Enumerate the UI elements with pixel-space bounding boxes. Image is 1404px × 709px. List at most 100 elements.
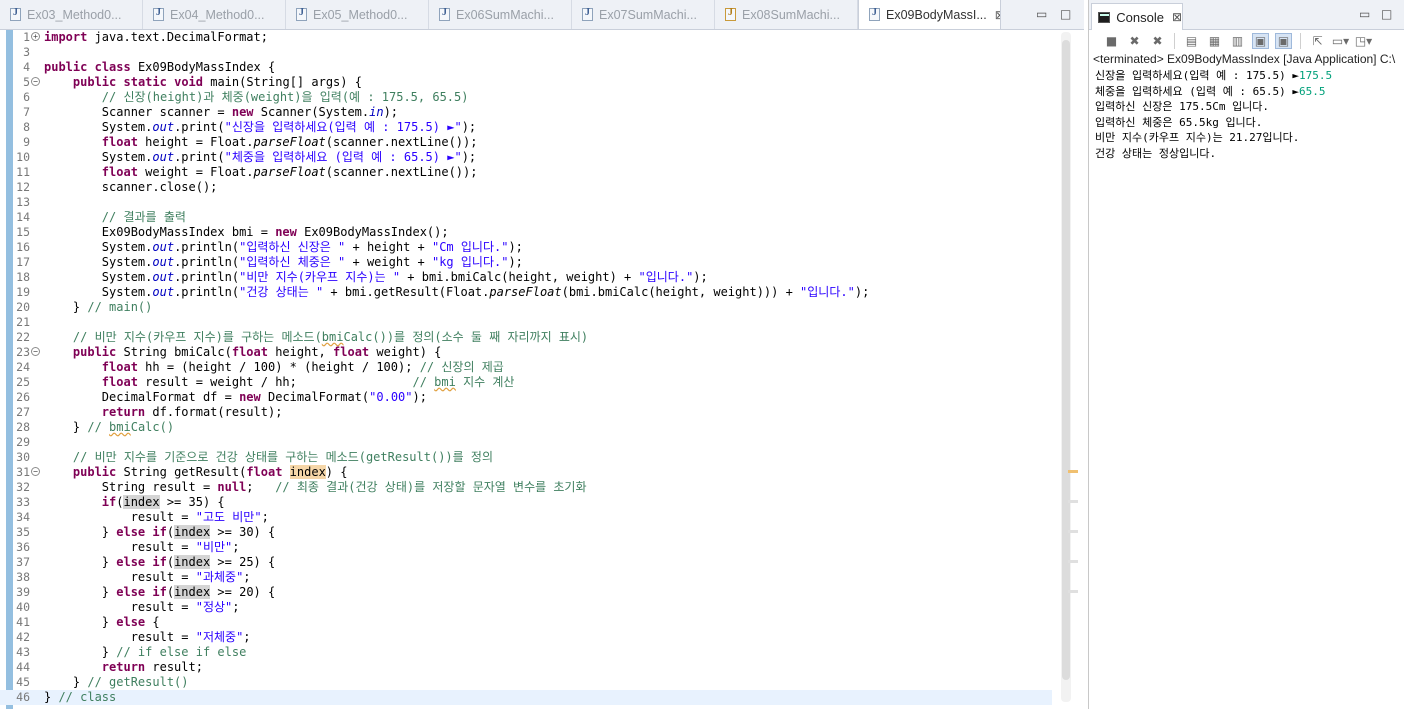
code-line[interactable]: 5− public static void main(String[] args… — [0, 75, 1052, 90]
occurrence-marker[interactable] — [1068, 530, 1078, 533]
console-text: 체중을 입력하세요 (입력 예 : 65.5) ► — [1095, 84, 1300, 98]
code-area[interactable]: 1 + import java.text.DecimalFormat; 3 4 publi… — [0, 30, 1052, 709]
code-line[interactable]: 4 public class Ex09BodyMassIndex { — [0, 60, 1052, 75]
code-line[interactable]: 24 float hh = (height / 100) * (height /… — [0, 360, 1052, 375]
close-icon[interactable]: ⊠ — [1172, 10, 1182, 24]
editor-tab[interactable]: Ex08SumMachi... — [715, 0, 858, 29]
code-line[interactable]: 6 // 신장(height)과 체중(weight)을 입력(예 : 175.… — [0, 90, 1052, 105]
code-line[interactable]: 9 float height = Float.parseFloat(scanne… — [0, 135, 1052, 150]
occurrence-marker[interactable] — [1068, 590, 1078, 593]
open-console-icon[interactable]: ◳▾ — [1355, 33, 1372, 49]
clear-console-icon[interactable]: ▤ — [1183, 33, 1200, 49]
code-line[interactable]: 8 System.out.print("신장을 입력하세요(입력 예 : 175… — [0, 120, 1052, 135]
line-number: 13 — [16, 195, 30, 209]
code-line[interactable]: 40 result = "정상"; — [0, 600, 1052, 615]
code-line[interactable]: 21 — [0, 315, 1052, 330]
line-number: 39 — [16, 585, 30, 599]
code-line[interactable]: 22 // 비만 지수(카우프 지수)를 구하는 메소드(bmiCalc())를… — [0, 330, 1052, 345]
code-text: } // bmiCalc() — [44, 420, 175, 434]
line-number: 7 — [23, 105, 30, 119]
editor-tab[interactable]: Ex03_Method0... — [0, 0, 143, 29]
console-line: 체중을 입력하세요 (입력 예 : 65.5) ►65.5 — [1095, 84, 1401, 100]
code-line[interactable]: 13 — [0, 195, 1052, 210]
code-editor[interactable]: Ex03_Method0... Ex04_Method0... Ex05_Metho… — [0, 0, 1084, 709]
code-text: System.out.println("건강 상태는 " + bmi.getRe… — [44, 285, 870, 299]
occurrence-marker[interactable] — [1068, 470, 1078, 473]
scroll-lock-icon[interactable]: ▦ — [1206, 33, 1223, 49]
code-line[interactable]: 37 } else if(index >= 25) { — [0, 555, 1052, 570]
line-number: 43 — [16, 645, 30, 659]
code-text: public class Ex09BodyMassIndex { — [44, 60, 276, 74]
scrollbar-thumb[interactable] — [1062, 40, 1070, 680]
code-line[interactable]: 18 System.out.println("비만 지수(카우프 지수)는 " … — [0, 270, 1052, 285]
display-selected-console-icon[interactable]: ▭▾ — [1332, 33, 1349, 49]
collapse-fold-icon[interactable]: − — [31, 77, 40, 86]
editor-tab[interactable]: Ex05_Method0... — [286, 0, 429, 29]
code-line[interactable]: 11 float weight = Float.parseFloat(scann… — [0, 165, 1052, 180]
minimize-console-button[interactable]: ▭ — [1359, 7, 1370, 21]
show-on-stderr-icon[interactable]: ▣ — [1275, 33, 1292, 49]
code-line[interactable]: 41 } else { — [0, 615, 1052, 630]
code-line[interactable]: 28 } // bmiCalc() — [0, 420, 1052, 435]
code-line[interactable]: 25 float result = weight / hh; // bmi 지수… — [0, 375, 1052, 390]
code-line[interactable]: 12 scanner.close(); — [0, 180, 1052, 195]
maximize-editor-button[interactable]: □ — [1060, 7, 1071, 21]
console-output[interactable]: 신장을 입력하세요(입력 예 : 175.5) ►175.5 체중을 입력하세요 … — [1095, 68, 1401, 161]
occurrence-marker[interactable] — [1068, 500, 1078, 503]
code-line[interactable]: 16 System.out.println("입력하신 신장은 " + heig… — [0, 240, 1052, 255]
line-number: 23 — [16, 345, 30, 359]
editor-tab[interactable]: Ex09BodyMassI... ⊠ — [858, 0, 1001, 29]
code-line[interactable]: 19 System.out.println("건강 상태는 " + bmi.ge… — [0, 285, 1052, 300]
code-line[interactable]: 14 // 결과를 출력 — [0, 210, 1052, 225]
code-line[interactable]: 3 — [0, 45, 1052, 60]
code-line[interactable]: 42 result = "저체중"; — [0, 630, 1052, 645]
editor-tab[interactable]: Ex04_Method0... — [143, 0, 286, 29]
code-line[interactable]: 20 } // main() — [0, 300, 1052, 315]
editor-tab[interactable]: Ex06SumMachi... — [429, 0, 572, 29]
code-line[interactable]: 15 Ex09BodyMassIndex bmi = new Ex09BodyM… — [0, 225, 1052, 240]
code-line[interactable]: 33 if(index >= 35) { — [0, 495, 1052, 510]
code-line[interactable]: 10 System.out.print("체중을 입력하세요 (입력 예 : 6… — [0, 150, 1052, 165]
minimize-editor-button[interactable]: ▭ — [1036, 7, 1047, 21]
expand-fold-icon[interactable]: + — [31, 32, 40, 41]
code-line[interactable]: 27 return df.format(result); — [0, 405, 1052, 420]
code-line[interactable]: 39 } else if(index >= 20) { — [0, 585, 1052, 600]
code-line[interactable]: 44 return result; — [0, 660, 1052, 675]
remove-all-terminated-icon[interactable]: ✖ — [1149, 33, 1166, 49]
console-line: 입력하신 체중은 65.5kg 입니다. — [1095, 115, 1401, 131]
line-number: 6 — [23, 90, 30, 104]
code-text: result = "저체중"; — [44, 630, 251, 644]
code-line[interactable]: 43 } // if else if else — [0, 645, 1052, 660]
code-line[interactable]: 38 result = "과체중"; — [0, 570, 1052, 585]
occurrence-marker[interactable] — [1068, 560, 1078, 563]
code-line[interactable]: 45 } // getResult() — [0, 675, 1052, 690]
line-number: 26 — [16, 390, 30, 404]
code-line[interactable]: 7 Scanner scanner = new Scanner(System.i… — [0, 105, 1052, 120]
close-icon[interactable]: ⊠ — [995, 8, 1000, 22]
maximize-console-button[interactable]: □ — [1381, 7, 1392, 21]
code-line[interactable]: 30 // 비만 지수를 기준으로 건강 상태를 구하는 메소드(getResu… — [0, 450, 1052, 465]
remove-launch-icon[interactable]: ✖ — [1126, 33, 1143, 49]
word-wrap-icon[interactable]: ▥ — [1229, 33, 1246, 49]
code-line[interactable]: 46} // class — [0, 690, 1052, 705]
code-line[interactable]: 31− public String getResult(float index)… — [0, 465, 1052, 480]
editor-tab-label: Ex06SumMachi... — [456, 7, 554, 22]
collapse-fold-icon[interactable]: − — [31, 467, 40, 476]
editor-vertical-scrollbar[interactable] — [1052, 30, 1084, 709]
code-line[interactable]: 29 — [0, 435, 1052, 450]
code-line[interactable]: 36 result = "비만"; — [0, 540, 1052, 555]
show-on-stdout-icon[interactable]: ▣ — [1252, 33, 1269, 49]
tab-console[interactable]: Console ⊠ — [1091, 3, 1183, 30]
code-line[interactable]: 1 + import java.text.DecimalFormat; — [0, 30, 1052, 45]
code-line[interactable]: 23− public String bmiCalc(float height, … — [0, 345, 1052, 360]
code-line[interactable]: 17 System.out.println("입력하신 체중은 " + weig… — [0, 255, 1052, 270]
pin-console-icon[interactable]: ⇱ — [1309, 33, 1326, 49]
code-line[interactable]: 26 DecimalFormat df = new DecimalFormat(… — [0, 390, 1052, 405]
editor-tab[interactable]: Ex07SumMachi... — [572, 0, 715, 29]
code-line[interactable]: 32 String result = null; // 최종 결과(건강 상태)… — [0, 480, 1052, 495]
terminate-icon[interactable]: ■ — [1103, 33, 1120, 49]
code-line[interactable]: 35 } else if(index >= 30) { — [0, 525, 1052, 540]
code-line[interactable]: 34 result = "고도 비만"; — [0, 510, 1052, 525]
line-number: 9 — [23, 135, 30, 149]
collapse-fold-icon[interactable]: − — [31, 347, 40, 356]
